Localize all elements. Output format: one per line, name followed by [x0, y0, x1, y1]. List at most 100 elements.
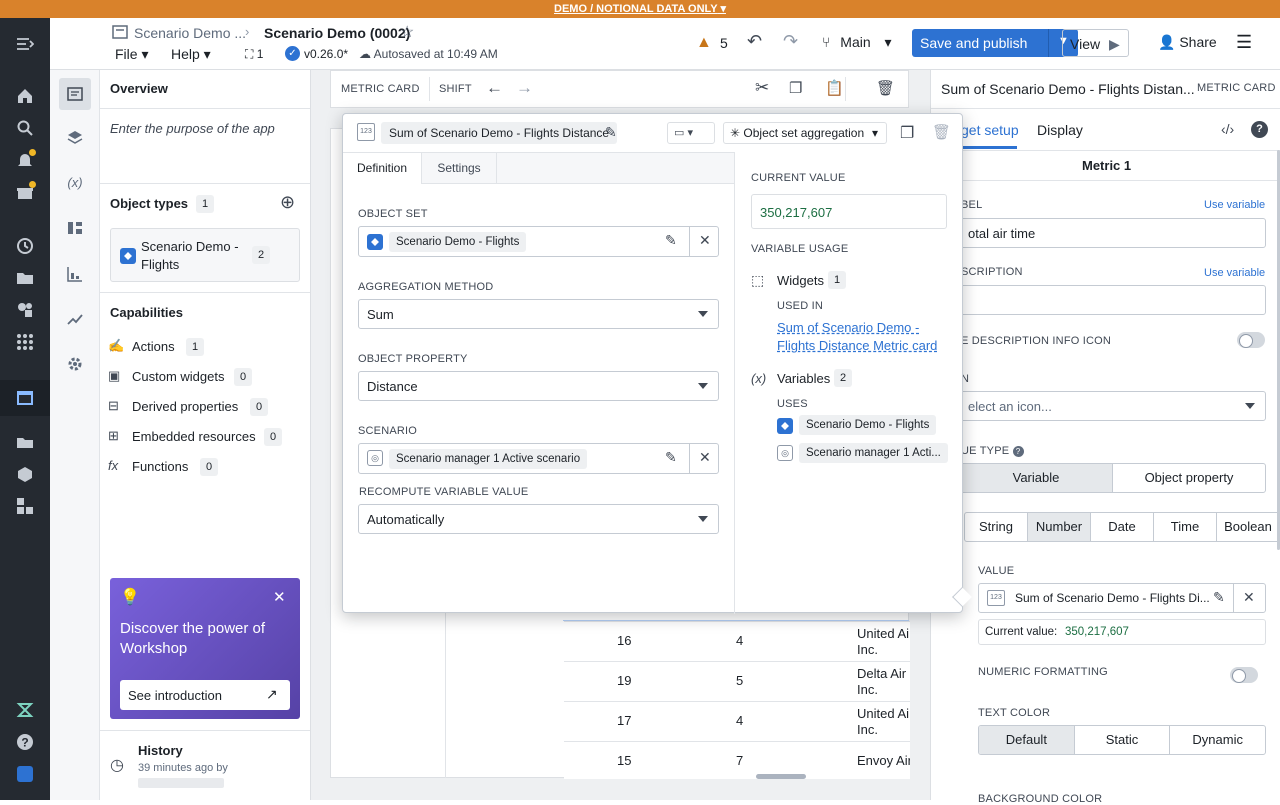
hide-description-toggle[interactable]	[1237, 332, 1265, 348]
help-icon[interactable]: ?	[1251, 121, 1268, 138]
dashboard-star-icon[interactable]	[13, 494, 37, 518]
value-type-variable[interactable]: Variable	[960, 464, 1113, 492]
history-icon[interactable]	[13, 234, 37, 258]
undo-icon[interactable]: ↶	[747, 31, 762, 52]
workshop-icon[interactable]	[13, 386, 37, 410]
clear-variable-icon[interactable]: ✕	[1243, 589, 1255, 606]
edit-name-icon[interactable]: ✎	[605, 124, 617, 141]
uses-scenario[interactable]: Scenario manager 1 Acti...	[799, 443, 948, 463]
tab-widget-setup[interactable]: get setup	[961, 122, 1019, 138]
variable-name[interactable]: Sum of Scenario Demo - Flights Distance	[381, 122, 618, 144]
capability-custom-widgets[interactable]: ▣ Custom widgets 0	[108, 368, 308, 398]
scenario-field[interactable]: ◎ Scenario manager 1 Active scenario ✎ ✕	[358, 443, 719, 474]
copy-icon[interactable]: ❐	[789, 79, 802, 97]
branch-selector[interactable]: ⑂ Main ▾	[822, 34, 892, 51]
help-icon[interactable]: ?	[13, 730, 37, 754]
delete-widget-icon[interactable]: 🗑	[876, 79, 895, 97]
type-boolean[interactable]: Boolean	[1217, 513, 1279, 541]
object-property-select[interactable]: Distance	[358, 371, 719, 401]
breadcrumb-parent[interactable]: Scenario Demo ...	[134, 25, 246, 41]
value-type-object-property[interactable]: Object property	[1113, 464, 1265, 492]
view-button[interactable]: View ▶	[1062, 29, 1129, 57]
delete-variable-icon[interactable]: 🗑	[932, 123, 951, 141]
close-promo-icon[interactable]: ✕	[273, 588, 286, 606]
edit-object-set-icon[interactable]: ✎	[665, 232, 677, 249]
menu-collapse-icon[interactable]	[13, 32, 37, 56]
overview-icon[interactable]	[59, 78, 91, 110]
add-object-type-icon[interactable]: ⊕	[280, 192, 295, 213]
icon-select[interactable]: elect an icon...	[959, 391, 1266, 421]
capability-derived-properties[interactable]: ⊟ Derived properties 0	[108, 398, 308, 428]
folder-select[interactable]: ▭ ▾	[667, 122, 715, 144]
chart-line-icon[interactable]	[59, 302, 91, 334]
variables-icon[interactable]: (x)	[59, 166, 91, 198]
history-label[interactable]: History	[138, 743, 183, 758]
chart-bar-icon[interactable]	[59, 258, 91, 290]
cube-star-icon[interactable]	[13, 462, 37, 486]
object-type-card[interactable]: Scenario Demo - Flights 2	[110, 228, 300, 282]
use-variable-description-link[interactable]: Use variable	[1204, 267, 1265, 279]
type-number[interactable]: Number	[1028, 513, 1091, 541]
code-icon[interactable]: ‹/›	[1221, 121, 1234, 137]
variable-type-select[interactable]: ✳ Object set aggregation ▾	[723, 122, 887, 144]
numeric-formatting-toggle[interactable]	[1230, 667, 1258, 683]
shift-right-icon[interactable]: →	[516, 78, 533, 98]
warning-count[interactable]: 5	[720, 35, 728, 51]
table-row[interactable]: 15 7 Envoy Air	[564, 741, 910, 779]
apps-grid-icon[interactable]	[13, 330, 37, 354]
uses-object-set[interactable]: Scenario Demo - Flights	[799, 415, 937, 435]
demo-banner[interactable]: DEMO / NOTIONAL DATA ONLY ▾	[0, 0, 1280, 18]
tab-display[interactable]: Display	[1037, 122, 1083, 138]
help-menu[interactable]: Help ▾	[171, 46, 211, 63]
objects-icon[interactable]	[13, 298, 37, 322]
aggregation-select[interactable]: Sum	[358, 299, 719, 329]
edit-scenario-icon[interactable]: ✎	[665, 449, 677, 466]
description-input[interactable]	[959, 285, 1266, 315]
type-date[interactable]: Date	[1091, 513, 1154, 541]
type-string[interactable]: String	[965, 513, 1028, 541]
save-and-publish-button[interactable]: Save and publish ▼	[912, 29, 1078, 57]
label-input[interactable]: otal air time	[959, 218, 1266, 248]
home-icon[interactable]	[13, 84, 37, 108]
use-variable-label-link[interactable]: Use variable	[1204, 199, 1265, 211]
clear-object-set-icon[interactable]: ✕	[699, 232, 711, 249]
recompute-select[interactable]: Automatically	[358, 504, 719, 534]
branches-indicator[interactable]: ⛶ 1	[245, 47, 263, 62]
cut-icon[interactable]: ✂	[755, 78, 769, 98]
shift-left-icon[interactable]: ←	[486, 78, 503, 98]
user-avatar-icon[interactable]	[13, 762, 37, 786]
aip-icon[interactable]	[13, 698, 37, 722]
table-row[interactable]: 19 5 Delta Air Inc.	[564, 661, 910, 701]
share-button[interactable]: 👤 Share	[1158, 34, 1217, 51]
warning-icon[interactable]: ▲	[696, 34, 712, 52]
file-menu[interactable]: File ▾	[115, 46, 148, 63]
folder-star-icon[interactable]	[13, 430, 37, 454]
type-time[interactable]: Time	[1154, 513, 1217, 541]
edit-variable-icon[interactable]: ✎	[1213, 589, 1225, 606]
version-label[interactable]: v0.26.0*	[304, 47, 348, 61]
folder-icon[interactable]	[13, 266, 37, 290]
capability-embedded-resources[interactable]: ⊞ Embedded resources 0	[108, 428, 308, 458]
tab-settings[interactable]: Settings	[422, 152, 497, 184]
redo-icon[interactable]: ↷	[783, 31, 798, 52]
list-menu-icon[interactable]: ☰	[1236, 32, 1252, 53]
object-set-field[interactable]: Scenario Demo - Flights ✎ ✕	[358, 226, 719, 257]
table-scrollbar[interactable]	[756, 774, 806, 779]
app-purpose-input[interactable]: Enter the purpose of the app	[110, 121, 275, 136]
text-color-static[interactable]: Static	[1075, 726, 1171, 754]
text-color-dynamic[interactable]: Dynamic	[1170, 726, 1265, 754]
capability-actions[interactable]: ✍ Actions 1	[108, 338, 308, 368]
table-row[interactable]: 17 4 United Ai Inc.	[564, 701, 910, 741]
star-icon[interactable]: ☆	[400, 22, 414, 42]
search-icon[interactable]	[13, 116, 37, 140]
notifications-icon[interactable]	[13, 148, 37, 172]
layout-icon[interactable]	[59, 212, 91, 244]
capability-functions[interactable]: fx Functions 0	[108, 458, 308, 488]
paste-icon[interactable]: 📋	[825, 79, 844, 97]
see-introduction-button[interactable]: See introduction ↗	[120, 680, 290, 710]
gift-icon[interactable]	[13, 180, 37, 204]
tab-definition[interactable]: Definition	[343, 152, 422, 184]
page-title[interactable]: Scenario Demo (0002)	[264, 25, 410, 41]
used-in-link[interactable]: Sum of Scenario Demo - Flights Distance …	[777, 319, 947, 355]
clear-scenario-icon[interactable]: ✕	[699, 449, 711, 466]
